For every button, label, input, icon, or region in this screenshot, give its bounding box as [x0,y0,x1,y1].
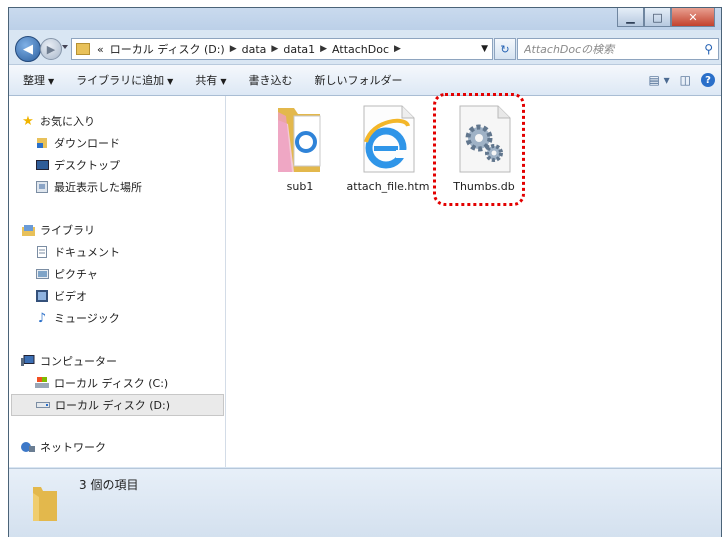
title-bar: ▁ □ ✕ [9,8,721,30]
breadcrumb-data[interactable]: data [239,43,270,56]
close-button[interactable]: ✕ [671,8,715,27]
file-item-attach-file-htm[interactable]: attach_file.htm [344,102,432,193]
nav-videos[interactable]: ビデオ [35,286,87,306]
nav-pictures[interactable]: ピクチャ [35,264,98,284]
nav-recent-places[interactable]: 最近表示した場所 [35,177,142,197]
view-controls: ▤ ▾ ◫ ? [638,65,715,95]
pictures-icon [35,268,49,280]
folder-icon [76,43,90,55]
item-count: 3 個の項目 [79,478,139,492]
file-item-sub1[interactable]: sub1 [256,102,344,193]
chevron-down-icon: ▼ [48,77,55,86]
folder-icon [264,102,336,174]
internet-explorer-file-icon [352,102,424,174]
library-icon [21,224,35,236]
back-button[interactable]: ◀ [15,36,41,62]
new-folder-button[interactable]: 新しいフォルダー [303,72,413,88]
file-list: sub1 attach_file.htm Thumbs.db [226,93,721,467]
nav-libraries[interactable]: ライブラリ [21,220,95,240]
details-pane: 3 個の項目 [9,468,721,537]
downloads-folder-icon [35,137,49,149]
computer-icon [21,355,35,367]
search-box[interactable]: ⚲ [517,38,719,60]
change-view-icon[interactable]: ▤ ▾ [648,73,669,87]
drive-icon [36,399,50,411]
forward-button[interactable]: ▶ [40,38,62,60]
address-dropdown-icon[interactable]: ▼ [477,44,492,54]
desktop-icon [35,159,49,171]
nav-drive-c[interactable]: ローカル ディスク (C:) [35,373,168,393]
chevron-down-icon: ▼ [167,77,174,86]
help-icon[interactable]: ? [701,73,715,87]
chevron-right-icon[interactable]: ▶ [228,44,239,54]
window-controls: ▁ □ ✕ [617,8,715,27]
add-to-library-menu[interactable]: ライブラリに追加 ▼ [65,72,184,88]
preview-pane-icon[interactable]: ◫ [680,73,691,87]
nav-computer[interactable]: コンピューター [21,351,117,371]
file-name: sub1 [286,180,314,193]
file-name: attach_file.htm [346,180,430,193]
minimize-button[interactable]: ▁ [617,8,644,27]
command-bar: 整理 ▼ ライブラリに追加 ▼ 共有 ▼ 書き込む 新しいフォルダー ▤ ▾ ◫ ? [9,64,721,96]
documents-icon [35,246,49,258]
videos-icon [35,290,49,302]
nav-drive-d[interactable]: ローカル ディスク (D:) [11,394,224,416]
refresh-icon: ↻ [500,42,510,56]
highlight-annotation [433,93,525,206]
minimize-icon: ▁ [626,10,635,24]
breadcrumb-data1[interactable]: data1 [280,43,318,56]
back-arrow-icon: ◀ [23,41,33,57]
maximize-button[interactable]: □ [644,8,671,27]
close-icon: ✕ [688,10,698,24]
breadcrumb-drive-d[interactable]: ローカル ディスク (D:) [107,41,228,57]
nav-desktop[interactable]: デスクトップ [35,155,120,175]
folder-icon [31,483,59,523]
search-icon[interactable]: ⚲ [704,42,713,56]
nav-downloads[interactable]: ダウンロード [35,133,120,153]
refresh-button[interactable]: ↻ [494,38,516,60]
address-row: ◀ ▶ « ローカル ディスク (D:) ▶ data ▶ data1 ▶ At… [9,32,721,62]
forward-arrow-icon: ▶ [46,42,56,56]
maximize-icon: □ [652,10,663,24]
breadcrumb-overflow[interactable]: « [94,43,107,56]
chevron-right-icon[interactable]: ▶ [318,44,329,54]
star-icon: ★ [22,113,34,129]
burn-button[interactable]: 書き込む [237,72,303,88]
nav-documents[interactable]: ドキュメント [35,242,120,262]
nav-favorites[interactable]: ★ お気に入り [21,111,95,131]
system-drive-icon [35,377,49,389]
recent-places-icon [35,181,49,193]
recent-pages-dropdown[interactable] [62,45,68,49]
search-input[interactable] [518,41,696,57]
music-note-icon: ♪ [37,310,47,326]
share-menu[interactable]: 共有 ▼ [184,72,237,88]
network-icon [21,441,35,453]
address-bar[interactable]: « ローカル ディスク (D:) ▶ data ▶ data1 ▶ Attach… [71,38,493,60]
chevron-right-icon[interactable]: ▶ [392,44,403,54]
nav-music[interactable]: ♪ ミュージック [35,308,120,328]
navigation-pane: ★ お気に入り ダウンロード デスクトップ 最近表示した場所 ライブラリ ドキュ… [9,96,226,467]
organize-menu[interactable]: 整理 ▼ [9,72,65,88]
nav-network[interactable]: ネットワーク [21,437,106,457]
breadcrumb-attachdoc[interactable]: AttachDoc [329,43,392,56]
chevron-down-icon: ▼ [220,77,227,86]
chevron-right-icon[interactable]: ▶ [269,44,280,54]
explorer-window: ▁ □ ✕ ◀ ▶ « ローカル ディスク (D:) ▶ data ▶ data… [8,7,722,537]
